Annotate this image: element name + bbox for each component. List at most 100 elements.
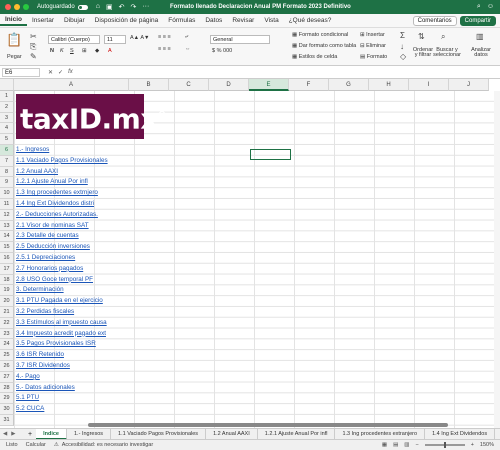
analyze-data-button[interactable]: Analizar datos [466, 47, 496, 58]
row-header-30[interactable]: 30 [0, 404, 14, 415]
prev-sheet-icon[interactable]: ◀ [3, 431, 7, 437]
row-header-16[interactable]: 16 [0, 253, 14, 264]
row-header-21[interactable]: 21 [0, 307, 14, 318]
column-header-c[interactable]: C [169, 79, 209, 91]
row-header-6[interactable]: 6 [0, 145, 14, 156]
more-icon[interactable]: ··· [142, 3, 149, 11]
index-link[interactable]: 1.3 Ing procedentes extrnjero [16, 188, 98, 199]
selected-cell[interactable] [250, 149, 291, 160]
page-layout-icon[interactable]: ▤ [393, 442, 398, 448]
save-icon[interactable]: ▣ [106, 3, 113, 11]
fx-label[interactable]: fx [68, 69, 73, 76]
vertical-scrollbar[interactable] [494, 91, 500, 428]
index-link[interactable]: 2.1 Visor de nominas SAT [16, 221, 89, 232]
row-header-15[interactable]: 15 [0, 242, 14, 253]
row-header-27[interactable]: 27 [0, 371, 14, 383]
row-header-18[interactable]: 18 [0, 274, 14, 286]
fill-icon[interactable]: ↓ [400, 42, 404, 51]
cancel-icon[interactable]: ✕ [48, 69, 53, 76]
undo-icon[interactable]: ↶ [119, 3, 125, 11]
comments-button[interactable]: Comentarios [412, 15, 457, 26]
row-header-19[interactable]: 19 [0, 285, 14, 297]
index-link[interactable]: 2.5.1 Depreciaciones [16, 253, 75, 264]
font-size-select[interactable]: 11 [104, 35, 126, 44]
italic-button[interactable]: K [60, 48, 64, 54]
column-header-i[interactable]: I [409, 79, 449, 91]
add-sheet-icon[interactable]: + [24, 431, 36, 438]
index-link[interactable]: 5.- Datos adicionales [16, 383, 75, 394]
cell-area[interactable] [14, 91, 500, 428]
status-calc[interactable]: Calcular [26, 442, 46, 448]
sheet-tab[interactable]: 1.- Ingresos [67, 428, 112, 440]
delete-cells-button[interactable]: ⊟ Eliminar [360, 43, 386, 49]
sheet-tab[interactable]: 1.3 Ing procedentes extranjero [335, 428, 426, 440]
number-format-select[interactable]: General [210, 35, 270, 44]
row-header-31[interactable]: 31 [0, 415, 14, 426]
zoom-slider[interactable] [424, 442, 465, 448]
index-link[interactable]: 1.4 Ing Ext Dividendos distri [16, 199, 94, 210]
ribbon-tab-4[interactable]: Fórmulas [163, 17, 200, 24]
row-header-9[interactable]: 9 [0, 177, 14, 189]
row-header-23[interactable]: 23 [0, 328, 14, 340]
row-header-26[interactable]: 26 [0, 361, 14, 372]
column-header-b[interactable]: B [129, 79, 169, 91]
format-cells-button[interactable]: ▤ Formato [360, 54, 387, 60]
insert-cells-button[interactable]: ⊞ Insertar [360, 32, 385, 38]
account-icon[interactable]: ☺ [487, 3, 494, 11]
formula-input[interactable] [79, 68, 500, 77]
index-link[interactable]: 3. Determinación [16, 285, 64, 296]
close-window-button[interactable] [5, 4, 11, 10]
normal-view-icon[interactable]: ▦ [382, 442, 387, 448]
index-link[interactable]: 5.1 PTU [16, 393, 39, 404]
column-header-e[interactable]: E [249, 79, 289, 91]
underline-button[interactable]: S [70, 48, 74, 54]
bold-button[interactable]: N [50, 48, 54, 54]
row-header-10[interactable]: 10 [0, 188, 14, 199]
row-header-1[interactable]: 1 [0, 91, 14, 102]
index-link[interactable]: 4.- Pago [16, 372, 40, 383]
row-header-13[interactable]: 13 [0, 220, 14, 232]
confirm-icon[interactable]: ✓ [58, 69, 63, 76]
ribbon-tab-8[interactable]: ¿Qué deseas? [284, 17, 337, 24]
table-format-button[interactable]: ▦ Dar formato como tabla [292, 43, 356, 49]
row-header-5[interactable]: 5 [0, 134, 14, 145]
index-link[interactable]: 2.8 USO Goce temporal PF [16, 275, 93, 286]
zoom-in-icon[interactable]: + [471, 442, 474, 448]
row-header-25[interactable]: 25 [0, 350, 14, 361]
home-icon[interactable]: ⌂ [96, 3, 100, 11]
autosum-icon[interactable]: Σ [400, 31, 405, 40]
row-header-2[interactable]: 2 [0, 101, 14, 113]
ribbon-tab-0[interactable]: Inicio [0, 16, 27, 26]
ribbon-tab-3[interactable]: Disposición de página [90, 17, 164, 24]
row-header-7[interactable]: 7 [0, 155, 14, 167]
column-header-d[interactable]: D [209, 79, 249, 91]
ribbon-tab-7[interactable]: Vista [259, 17, 283, 24]
column-header-f[interactable]: F [289, 79, 329, 91]
cut-icon[interactable]: ✂ [30, 32, 37, 41]
index-link[interactable]: 3.2 Perdidas fiscales [16, 307, 74, 318]
cell-styles-button[interactable]: ▦ Estilos de celda [292, 54, 337, 60]
column-header-a[interactable]: A [14, 79, 129, 91]
row-header-4[interactable]: 4 [0, 123, 14, 135]
index-link[interactable]: 2.7 Honorarios pagados [16, 264, 83, 275]
row-header-29[interactable]: 29 [0, 393, 14, 405]
sheet-tab[interactable]: 1.2.1 Ajuste Anual Por infl [258, 428, 336, 440]
fill-color-icon[interactable]: ◆ [95, 48, 99, 54]
copy-icon[interactable]: ⎘ [30, 42, 36, 52]
sort-filter-button[interactable]: Ordenar y filtrar [412, 47, 434, 58]
ribbon-tab-5[interactable]: Datos [200, 17, 227, 24]
search-icon[interactable]: ⌕ [477, 3, 481, 11]
font-color-icon[interactable]: A [108, 48, 112, 54]
index-link[interactable]: 3.6 ISR Retenido [16, 350, 64, 361]
find-select-button[interactable]: Buscar y seleccionar [432, 47, 462, 58]
sheet-tab[interactable]: 1.1 Vaciado Pagos Provisionales [111, 428, 207, 440]
ribbon-tab-6[interactable]: Revisar [227, 17, 259, 24]
cond-format-button[interactable]: ▦ Formato condicional [292, 32, 348, 38]
index-link[interactable]: 3.1 PTU Pagada en el ejercicio [16, 296, 103, 307]
page-break-icon[interactable]: ▥ [404, 442, 409, 448]
row-header-14[interactable]: 14 [0, 231, 14, 243]
index-link[interactable]: 2.- Deducciones Autorizadas. [16, 210, 98, 221]
index-link[interactable]: 2.3 Detalle de cuentas [16, 231, 79, 242]
paste-icon[interactable]: 📋 [6, 32, 22, 48]
zoom-window-button[interactable] [23, 4, 29, 10]
